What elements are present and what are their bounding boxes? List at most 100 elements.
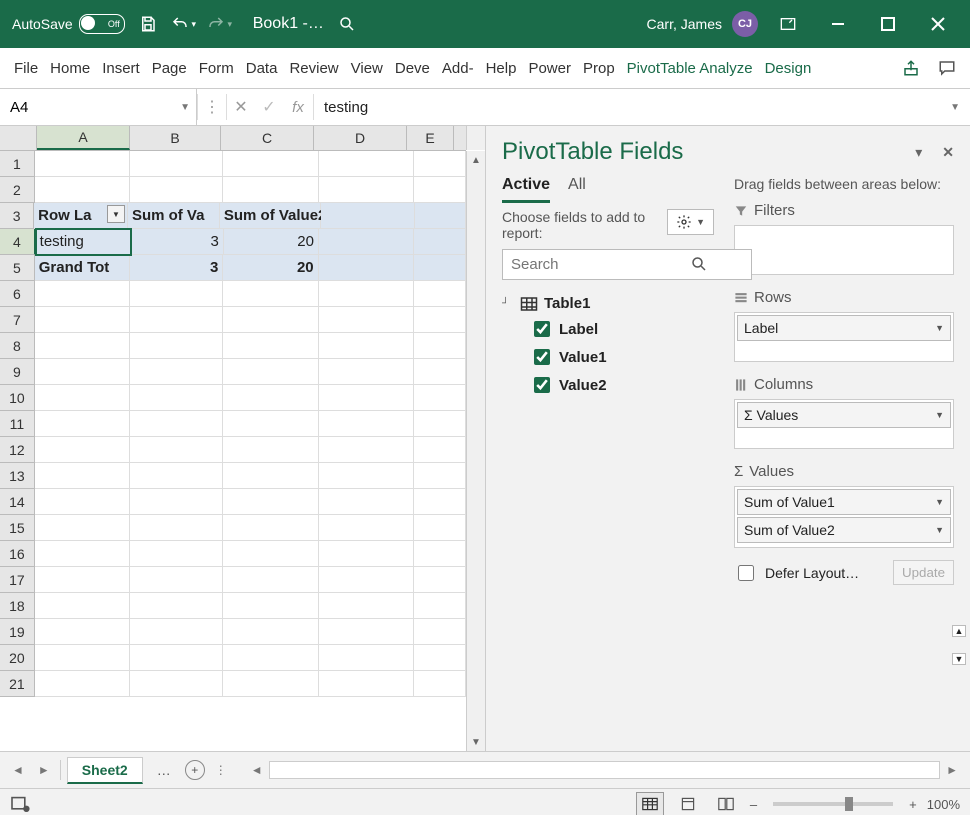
fx-icon[interactable]: fx — [283, 99, 313, 116]
page-layout-view-icon[interactable] — [674, 792, 702, 815]
row-header[interactable]: 11 — [0, 411, 35, 437]
cell[interactable] — [319, 567, 414, 593]
cell[interactable] — [319, 515, 414, 541]
cell[interactable] — [414, 593, 466, 619]
zoom-slider[interactable] — [773, 802, 893, 806]
new-sheet-icon[interactable]: + — [185, 760, 205, 780]
cell[interactable] — [35, 671, 130, 697]
cell[interactable] — [130, 333, 223, 359]
share-icon[interactable] — [896, 53, 926, 83]
record-macro-icon[interactable] — [10, 796, 30, 812]
cell[interactable] — [319, 359, 414, 385]
values-scroll-up[interactable]: ▲ — [952, 625, 966, 637]
values-area[interactable]: ΣValues Sum of Value1▼Sum of Value2▼ — [734, 463, 954, 548]
cell[interactable] — [130, 619, 223, 645]
cell[interactable] — [223, 567, 318, 593]
cell[interactable] — [319, 229, 414, 255]
cell[interactable] — [223, 515, 318, 541]
ribbon-tab-power[interactable]: Power — [522, 48, 577, 88]
ribbon-tab-insert[interactable]: Insert — [96, 48, 146, 88]
cell[interactable] — [35, 489, 130, 515]
cell[interactable] — [223, 411, 318, 437]
cell[interactable] — [130, 151, 223, 177]
filters-area[interactable]: Filters — [734, 202, 954, 275]
fields-tab-active[interactable]: Active — [502, 176, 550, 203]
row-header[interactable]: 8 — [0, 333, 35, 359]
cell[interactable] — [319, 411, 414, 437]
cell[interactable] — [223, 281, 318, 307]
user-avatar[interactable]: CJ — [732, 11, 758, 37]
ribbon-tab-pivottable-analyze[interactable]: PivotTable Analyze — [621, 48, 759, 88]
cell[interactable]: 3 — [131, 229, 224, 255]
row-header[interactable]: 1 — [0, 151, 35, 177]
window-maximize-icon[interactable] — [868, 8, 908, 40]
row-header[interactable]: 17 — [0, 567, 35, 593]
cell[interactable] — [319, 463, 414, 489]
undo-icon[interactable]: ▾ — [171, 11, 197, 37]
hscroll-left-icon[interactable]: ◄ — [247, 763, 267, 777]
row-header[interactable]: 9 — [0, 359, 35, 385]
ribbon-tab-home[interactable]: Home — [44, 48, 96, 88]
collapse-icon[interactable]: ┘ — [502, 298, 514, 309]
ribbon-tab-add-[interactable]: Add- — [436, 48, 480, 88]
columns-area[interactable]: Columns Σ Values▼ — [734, 376, 954, 449]
ribbon-tab-help[interactable]: Help — [480, 48, 523, 88]
cell[interactable] — [319, 307, 414, 333]
row-header[interactable]: 2 — [0, 177, 35, 203]
cell[interactable] — [130, 463, 223, 489]
ribbon-tab-design[interactable]: Design — [759, 48, 818, 88]
cell[interactable]: Sum of Va — [128, 203, 220, 229]
cell[interactable] — [319, 437, 414, 463]
cell[interactable] — [35, 359, 130, 385]
sheet-nav-next[interactable]: ► — [34, 763, 54, 777]
row-header[interactable]: 19 — [0, 619, 35, 645]
cell[interactable] — [35, 411, 130, 437]
cell[interactable] — [35, 619, 130, 645]
cell[interactable] — [223, 151, 318, 177]
cell[interactable] — [414, 333, 466, 359]
cell[interactable] — [415, 203, 466, 229]
cell[interactable] — [223, 333, 318, 359]
cell[interactable] — [319, 385, 414, 411]
ribbon-tab-deve[interactable]: Deve — [389, 48, 436, 88]
ribbon-tab-page[interactable]: Page — [146, 48, 193, 88]
cell[interactable] — [130, 489, 223, 515]
cell[interactable] — [414, 411, 466, 437]
window-close-icon[interactable] — [918, 8, 958, 40]
row-header[interactable]: 4 — [0, 229, 36, 255]
row-header[interactable]: 5 — [0, 255, 35, 281]
ribbon-tab-form[interactable]: Form — [193, 48, 240, 88]
cell[interactable] — [223, 463, 318, 489]
save-icon[interactable] — [135, 11, 161, 37]
row-header[interactable]: 14 — [0, 489, 35, 515]
cell[interactable] — [130, 593, 223, 619]
cell[interactable]: 3 — [130, 255, 223, 281]
field-label[interactable]: Label — [559, 321, 598, 338]
cell[interactable] — [319, 333, 414, 359]
column-header[interactable]: E — [407, 126, 454, 150]
zoom-out-icon[interactable]: – — [750, 797, 757, 812]
cell[interactable] — [35, 307, 130, 333]
cell[interactable] — [319, 151, 414, 177]
field-label[interactable]: Value1 — [559, 349, 607, 366]
cell[interactable] — [130, 281, 223, 307]
cell[interactable] — [414, 177, 466, 203]
redo-icon[interactable]: ▾ — [207, 11, 233, 37]
row-header[interactable]: 3 — [0, 203, 34, 229]
cell[interactable] — [414, 515, 466, 541]
user-name[interactable]: Carr, James — [647, 16, 722, 32]
row-header[interactable]: 7 — [0, 307, 35, 333]
zoom-level[interactable]: 100% — [927, 797, 960, 812]
cell[interactable] — [414, 463, 466, 489]
hscroll-right-icon[interactable]: ► — [942, 763, 962, 777]
cell[interactable] — [130, 307, 223, 333]
cell[interactable] — [35, 437, 130, 463]
field-checkbox[interactable] — [534, 349, 550, 365]
ribbon-tab-view[interactable]: View — [345, 48, 389, 88]
name-box[interactable]: ▼ — [0, 89, 197, 125]
cell[interactable] — [35, 567, 130, 593]
cell[interactable] — [319, 619, 414, 645]
area-field-item[interactable]: Sum of Value1▼ — [737, 489, 951, 515]
cell[interactable] — [319, 177, 414, 203]
ribbon-tab-review[interactable]: Review — [283, 48, 344, 88]
